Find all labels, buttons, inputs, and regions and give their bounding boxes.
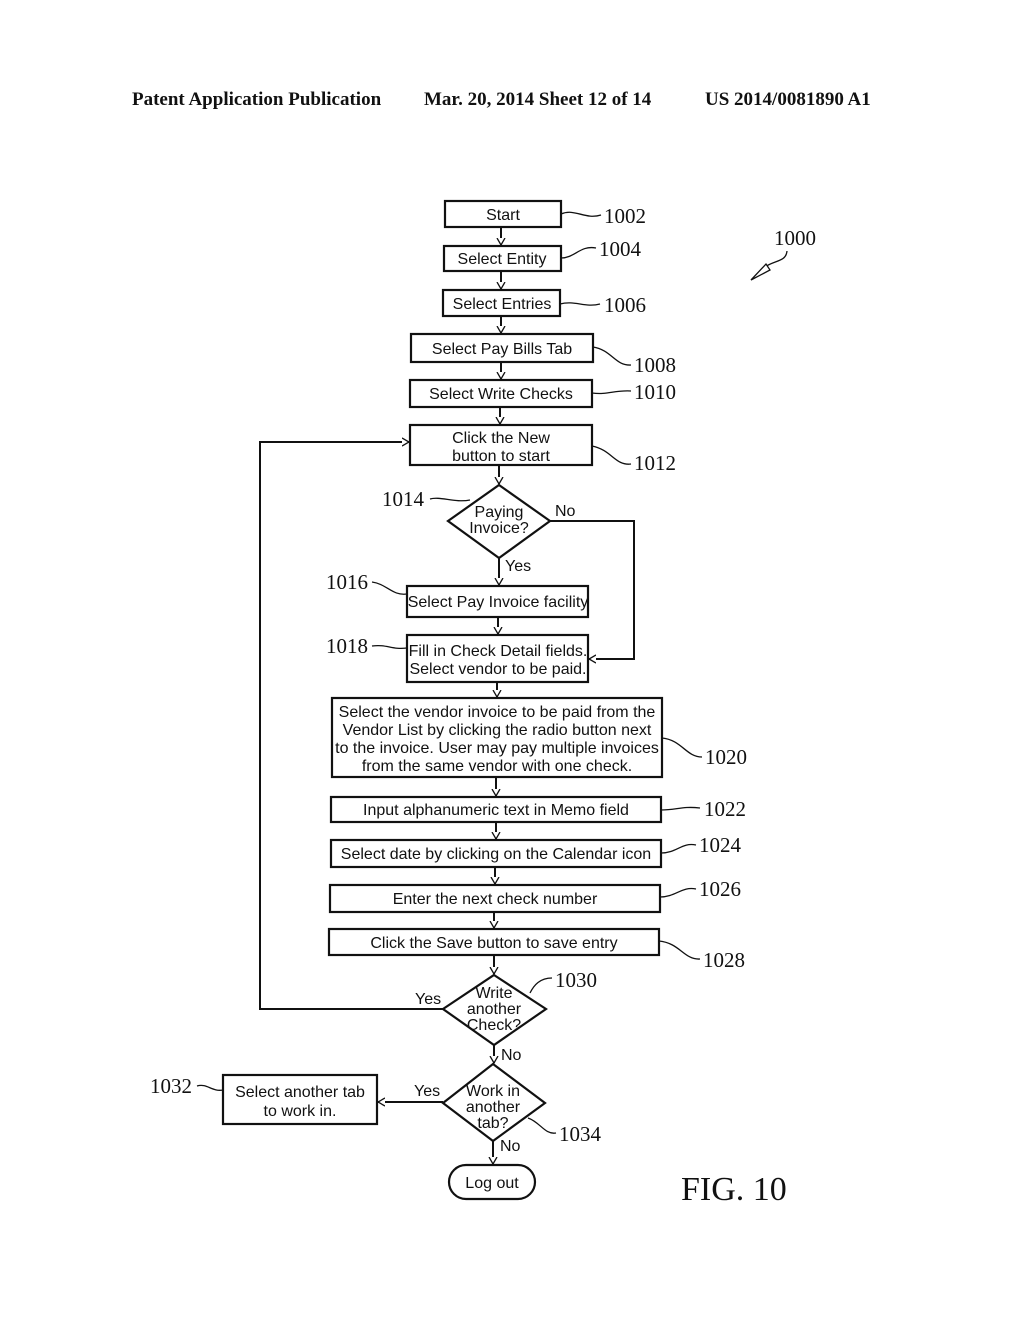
branch-label-yes: Yes — [415, 991, 441, 1008]
leader-1024 — [660, 843, 697, 854]
step-text: Select Pay Invoice facility — [408, 594, 589, 611]
decision-text: Check? — [467, 1017, 521, 1034]
leader-1018 — [371, 644, 408, 650]
step-text: Select Entries — [453, 296, 552, 313]
flowchart: Start Select Entity Select Entries Selec… — [150, 199, 816, 1208]
decision-text: tab? — [477, 1115, 508, 1132]
ref-numeral: 1004 — [599, 237, 642, 261]
step-text: Select vendor to be paid. — [409, 661, 586, 678]
step-text: button to start — [452, 448, 550, 465]
ref-numeral: 1006 — [604, 293, 646, 317]
step-text: Enter the next check number — [393, 891, 598, 908]
leader-1016 — [371, 581, 408, 595]
leader-1006 — [559, 302, 601, 306]
decision-text: another — [466, 1099, 521, 1116]
ref-numeral: 1020 — [705, 745, 747, 769]
terminal-text: Log out — [465, 1175, 519, 1192]
ref-numeral: 1002 — [604, 204, 646, 228]
step-text: to work in. — [264, 1103, 337, 1120]
step-text: Select Write Checks — [429, 386, 573, 403]
ref-numeral: 1024 — [699, 833, 742, 857]
leader-1000 — [764, 250, 788, 268]
step-text: Select the vendor invoice to be paid fro… — [339, 704, 656, 721]
ref-numeral: 1030 — [555, 968, 597, 992]
branch-label-no: No — [555, 503, 576, 520]
ref-numeral: 1028 — [703, 948, 745, 972]
ref-numeral: 1022 — [704, 797, 746, 821]
leader-1022 — [660, 806, 701, 811]
leader-1010 — [591, 390, 632, 395]
leader-1002 — [560, 211, 602, 217]
ref-numeral: 1026 — [699, 877, 741, 901]
branch-label-yes: Yes — [505, 558, 531, 575]
step-text: Fill in Check Detail fields. — [409, 643, 588, 660]
decision-text: Paying — [475, 504, 524, 521]
step-text: Vendor List by clicking the radio button… — [343, 722, 652, 739]
step-text: Select another tab — [235, 1084, 365, 1101]
leader-1012 — [591, 445, 632, 465]
ref-numeral-figure: 1000 — [774, 226, 816, 250]
ref-numeral: 1032 — [150, 1074, 192, 1098]
ref-numeral: 1012 — [634, 451, 676, 475]
ref-numeral: 1018 — [326, 634, 368, 658]
step-text: to the invoice. User may pay multiple in… — [335, 740, 659, 757]
leader-1030 — [529, 977, 553, 994]
branch-label-no: No — [501, 1047, 522, 1064]
step-text: Select Pay Bills Tab — [432, 341, 572, 358]
decision-text: Write — [475, 985, 512, 1002]
ref-numeral: 1016 — [326, 570, 368, 594]
ref-numeral: 1010 — [634, 380, 676, 404]
step-text: from the same vendor with one check. — [362, 758, 632, 775]
branch-label-no: No — [500, 1138, 521, 1155]
decision-text: Work in — [466, 1083, 520, 1100]
branch-label-yes: Yes — [414, 1083, 440, 1100]
leader-1034 — [527, 1117, 557, 1134]
decision-text: Invoice? — [469, 520, 529, 537]
step-text: Click the Save button to save entry — [370, 935, 617, 952]
leader-1028 — [658, 940, 701, 960]
decision-text: another — [467, 1001, 522, 1018]
ref-numeral: 1034 — [559, 1122, 602, 1146]
step-text: Input alphanumeric text in Memo field — [363, 802, 629, 819]
step-text: Select date by clicking on the Calendar … — [341, 846, 651, 863]
step-text: Click the New — [452, 430, 550, 447]
leader-1020 — [661, 737, 703, 758]
leader-1032 — [196, 1084, 224, 1091]
figure-pointer-arrow-icon — [750, 262, 771, 281]
ref-numeral: 1008 — [634, 353, 676, 377]
leader-1026 — [659, 887, 697, 898]
figure-label: FIG. 10 — [681, 1171, 787, 1208]
step-text: Start — [486, 207, 520, 224]
ref-numeral: 1014 — [382, 487, 425, 511]
leader-1004 — [560, 246, 597, 259]
step-text: Select Entity — [458, 251, 547, 268]
leader-1014 — [429, 497, 471, 502]
leader-1008 — [592, 346, 632, 366]
